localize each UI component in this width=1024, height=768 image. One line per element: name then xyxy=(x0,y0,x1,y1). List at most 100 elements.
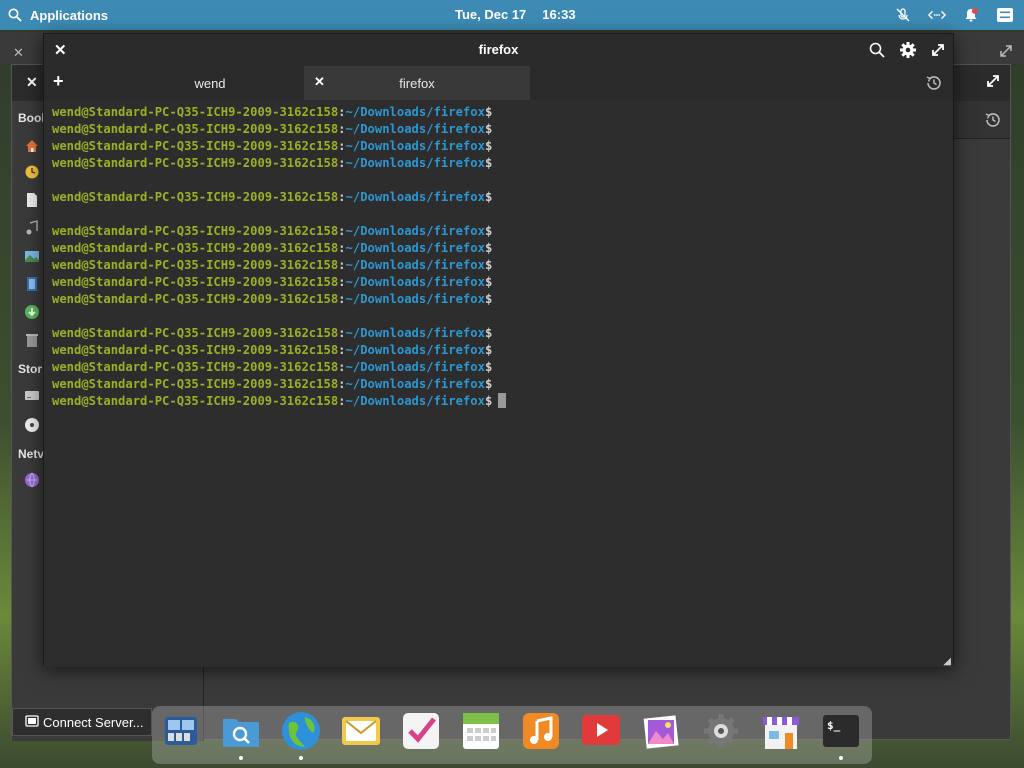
network-location-icon[interactable] xyxy=(24,472,40,488)
prompt-path: ~/Downloads/firefox xyxy=(345,360,485,374)
mail-icon[interactable] xyxy=(340,710,382,752)
prompt-symbol: $ xyxy=(484,190,493,204)
prompt-user-host: wend@Standard-PC-Q35-ICH9-2009-3162c158 xyxy=(52,139,339,153)
terminal-prompt-line: wend@Standard-PC-Q35-ICH9-2009-3162c158:… xyxy=(52,121,945,138)
terminal-window-title: firefox xyxy=(478,42,519,57)
prompt-separator: : xyxy=(338,241,346,255)
gear-icon[interactable] xyxy=(899,41,917,64)
terminal-prompt-line: wend@Standard-PC-Q35-ICH9-2009-3162c158:… xyxy=(52,223,945,240)
prompt-symbol: $ xyxy=(484,122,493,136)
background-window-close-icon[interactable]: ✕ xyxy=(13,45,24,61)
top-panel: Applications Tue, Dec 17 16:33 xyxy=(0,0,1024,30)
dock: $_ xyxy=(152,706,872,764)
prompt-separator: : xyxy=(338,156,346,170)
applications-menu[interactable]: Applications xyxy=(6,6,108,24)
prompt-path: ~/Downloads/firefox xyxy=(345,258,485,272)
mic-muted-icon[interactable] xyxy=(894,6,912,24)
terminal-output[interactable]: wend@Standard-PC-Q35-ICH9-2009-3162c158:… xyxy=(44,100,953,667)
optical-drive-icon[interactable] xyxy=(24,417,40,433)
prompt-separator: : xyxy=(338,139,346,153)
connect-server-button[interactable]: Connect Server... xyxy=(12,708,152,736)
datetime-indicator[interactable]: Tue, Dec 17 16:33 xyxy=(455,7,576,22)
running-indicator xyxy=(239,756,243,760)
prompt-symbol: $ xyxy=(484,326,493,340)
terminal-prompt-line: wend@Standard-PC-Q35-ICH9-2009-3162c158:… xyxy=(52,359,945,376)
history-icon[interactable] xyxy=(984,111,1002,134)
prompt-user-host: wend@Standard-PC-Q35-ICH9-2009-3162c158 xyxy=(52,377,339,391)
terminal-prompt-line: wend@Standard-PC-Q35-ICH9-2009-3162c158:… xyxy=(52,342,945,359)
prompt-symbol: $ xyxy=(484,275,493,289)
prompt-path: ~/Downloads/firefox xyxy=(345,241,485,255)
notification-icon[interactable] xyxy=(962,6,980,24)
tab-history-icon[interactable] xyxy=(925,74,943,97)
terminal-prompt-line: wend@Standard-PC-Q35-ICH9-2009-3162c158:… xyxy=(52,104,945,121)
prompt-separator: : xyxy=(338,326,346,340)
calendar-icon[interactable] xyxy=(460,710,502,752)
prompt-path: ~/Downloads/firefox xyxy=(345,122,485,136)
terminal-prompt-line: wend@Standard-PC-Q35-ICH9-2009-3162c158:… xyxy=(52,155,945,172)
prompt-separator: : xyxy=(338,224,346,238)
system-settings-icon[interactable] xyxy=(700,710,742,752)
prompt-user-host: wend@Standard-PC-Q35-ICH9-2009-3162c158 xyxy=(52,258,339,272)
prompt-path: ~/Downloads/firefox xyxy=(345,326,485,340)
resize-grip-icon[interactable]: ◢ xyxy=(943,656,951,667)
recent-icon[interactable] xyxy=(24,164,40,180)
prompt-user-host: wend@Standard-PC-Q35-ICH9-2009-3162c158 xyxy=(52,122,339,136)
prompt-user-host: wend@Standard-PC-Q35-ICH9-2009-3162c158 xyxy=(52,343,339,357)
text-cursor xyxy=(498,393,507,408)
appcenter-icon[interactable] xyxy=(760,710,802,752)
terminal-icon[interactable]: $_ xyxy=(820,710,862,752)
prompt-symbol: $ xyxy=(484,139,493,153)
connect-server-label: Connect Server... xyxy=(43,714,144,730)
videos-folder-icon[interactable] xyxy=(24,276,40,292)
maximize-icon[interactable] xyxy=(931,43,945,62)
prompt-user-host: wend@Standard-PC-Q35-ICH9-2009-3162c158 xyxy=(52,292,339,306)
new-tab-button[interactable]: + xyxy=(53,71,64,92)
videos-icon[interactable] xyxy=(580,710,622,752)
terminal-prompt-line: wend@Standard-PC-Q35-ICH9-2009-3162c158:… xyxy=(52,291,945,308)
indicator-area xyxy=(894,6,1014,24)
file-manager-maximize-icon[interactable] xyxy=(986,74,1000,93)
home-folder-icon[interactable] xyxy=(24,138,40,154)
terminal-prompt-line: wend@Standard-PC-Q35-ICH9-2009-3162c158:… xyxy=(52,138,945,155)
files-icon[interactable] xyxy=(220,710,262,752)
sidebar-section-network: Netv xyxy=(18,447,45,461)
background-window-maximize-icon[interactable] xyxy=(1000,44,1012,62)
prompt-path: ~/Downloads/firefox xyxy=(345,275,485,289)
trash-icon[interactable] xyxy=(24,332,40,348)
prompt-user-host: wend@Standard-PC-Q35-ICH9-2009-3162c158 xyxy=(52,190,339,204)
music-folder-icon[interactable] xyxy=(24,220,40,236)
prompt-user-host: wend@Standard-PC-Q35-ICH9-2009-3162c158 xyxy=(52,275,339,289)
terminal-titlebar: ✕ firefox xyxy=(44,34,953,66)
terminal-tab-bar: + wend ✕ firefox xyxy=(44,66,953,100)
documents-icon[interactable] xyxy=(24,192,40,208)
photos-icon[interactable] xyxy=(640,710,682,752)
music-icon[interactable] xyxy=(520,710,562,752)
search-icon[interactable] xyxy=(869,42,885,63)
terminal-window: ✕ firefox + wend ✕ firefox wend@Standard… xyxy=(43,33,954,667)
tasks-icon[interactable] xyxy=(400,710,442,752)
prompt-separator: : xyxy=(338,190,346,204)
web-browser-icon[interactable] xyxy=(280,710,322,752)
pictures-folder-icon[interactable] xyxy=(24,248,40,264)
multitasking-view-icon[interactable] xyxy=(160,710,202,752)
prompt-separator: : xyxy=(338,275,346,289)
power-icon[interactable] xyxy=(996,6,1014,24)
prompt-symbol: $ xyxy=(484,156,493,170)
file-manager-close-icon[interactable]: ✕ xyxy=(26,74,38,91)
prompt-symbol: $ xyxy=(484,394,493,408)
network-icon[interactable] xyxy=(928,6,946,24)
running-indicator xyxy=(839,756,843,760)
terminal-prompt-line: wend@Standard-PC-Q35-ICH9-2009-3162c158:… xyxy=(52,189,945,206)
tab-label: firefox xyxy=(399,75,435,91)
downloads-folder-icon[interactable] xyxy=(24,304,40,320)
terminal-actions xyxy=(869,41,945,64)
tab-firefox[interactable]: ✕ firefox xyxy=(304,66,530,100)
prompt-symbol: $ xyxy=(484,105,493,119)
filesystem-drive-icon[interactable] xyxy=(24,387,40,403)
prompt-separator: : xyxy=(338,292,346,306)
sidebar-section-storage: Stor xyxy=(18,362,42,376)
tab-wend[interactable]: wend xyxy=(80,66,340,100)
